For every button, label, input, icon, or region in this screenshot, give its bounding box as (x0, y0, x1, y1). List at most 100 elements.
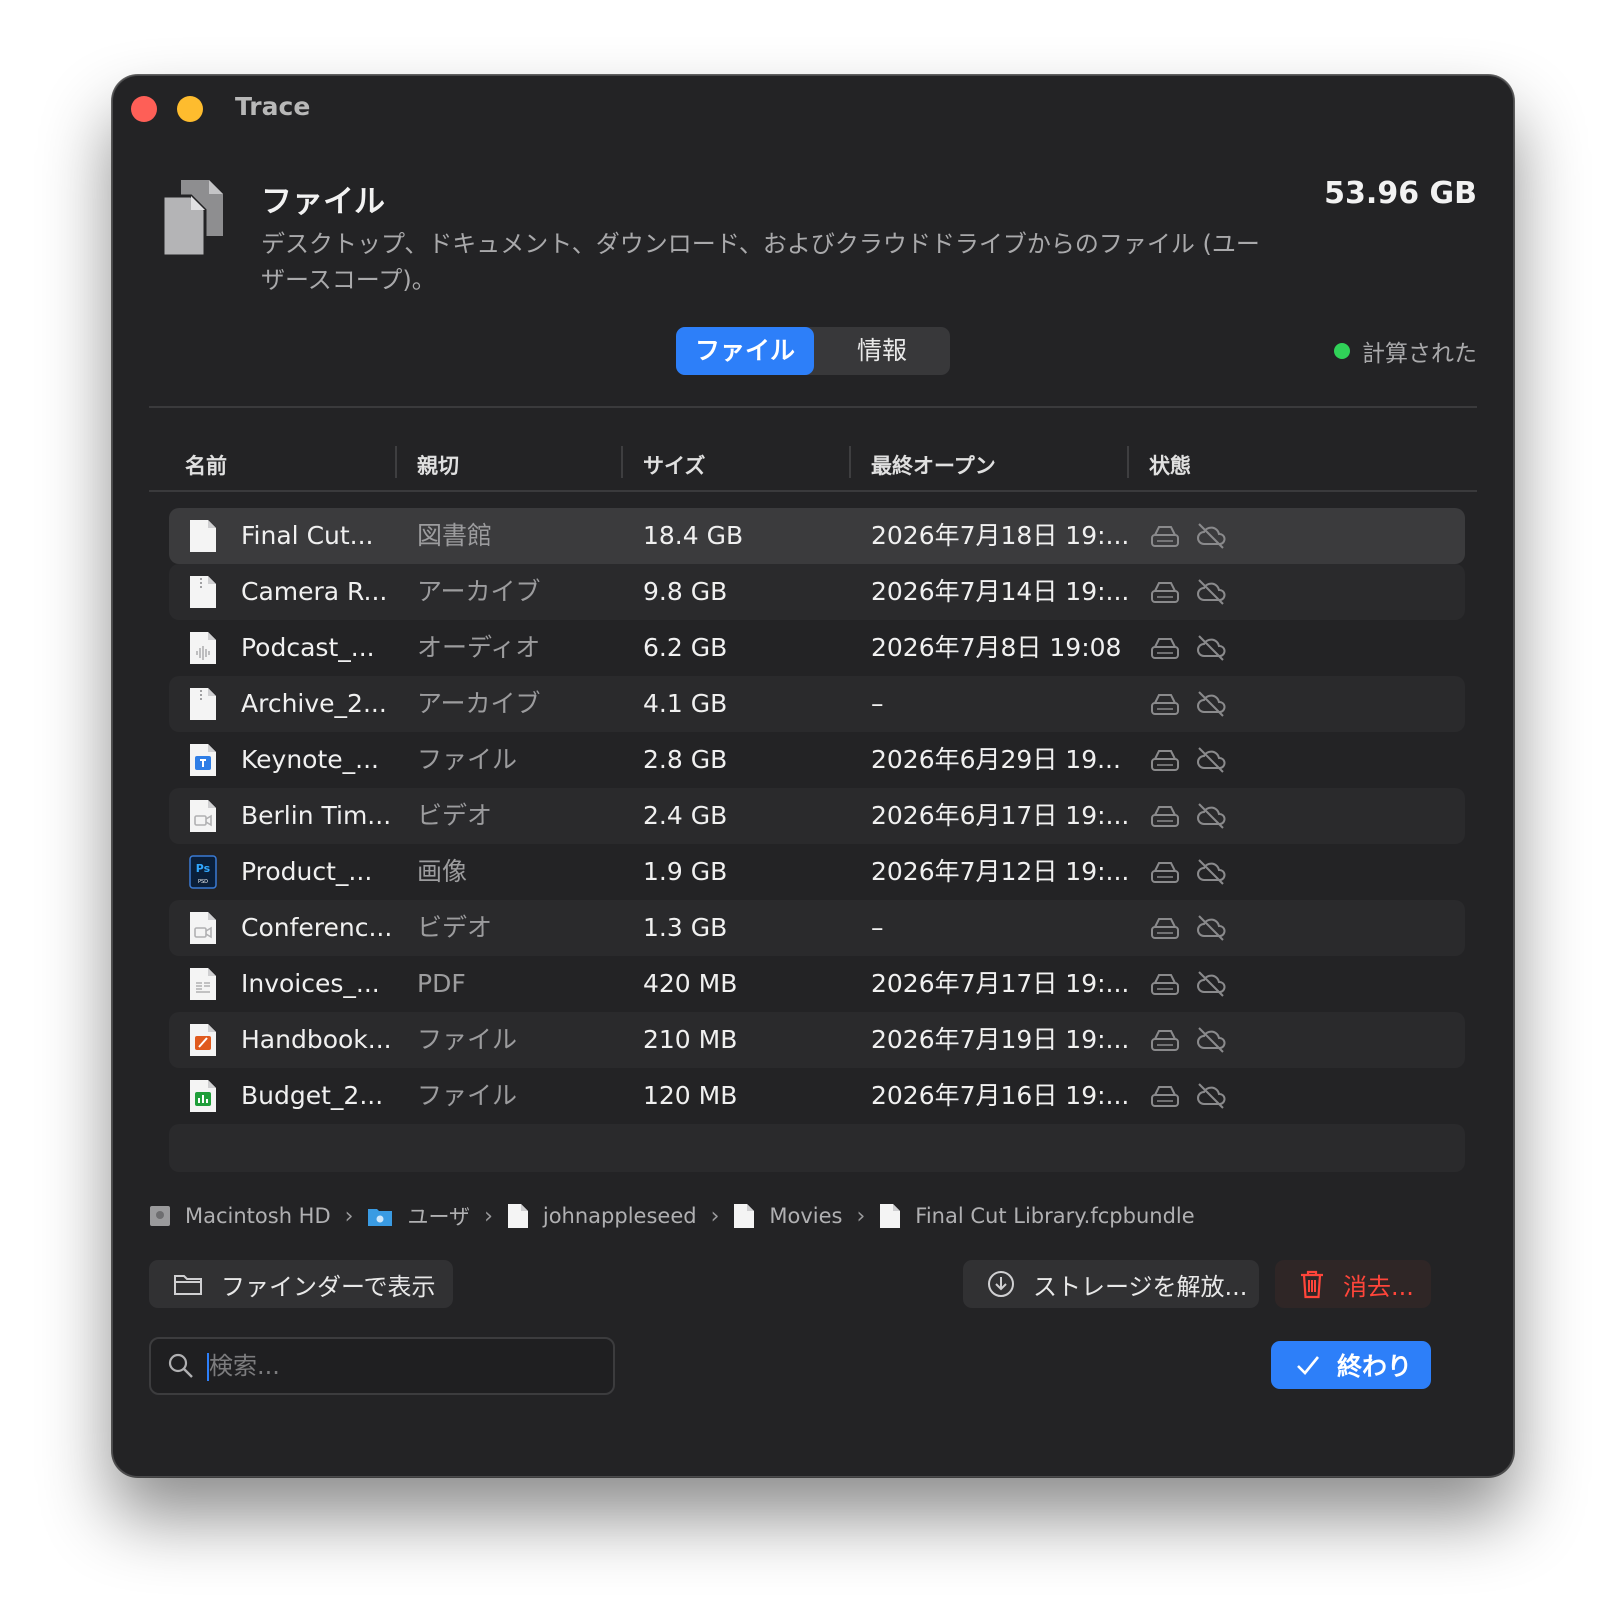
column-header-last-opened[interactable]: 最終オープン (871, 450, 996, 480)
local-disk-icon (1151, 974, 1179, 995)
file-list: Final Cut... 図書館 18.4 GB 2026年7月18日 19:.… (169, 508, 1465, 1172)
chevron-right-icon: › (344, 1203, 354, 1229)
audio-file-icon (190, 632, 216, 664)
column-header-name[interactable]: 名前 (185, 450, 227, 480)
file-size: 420 MB (643, 969, 738, 998)
text-caret (207, 1353, 209, 1381)
erase-button[interactable]: 消去... (1275, 1260, 1431, 1308)
status-indicator: 計算された (1334, 334, 1477, 368)
column-separator[interactable] (849, 446, 851, 478)
file-size: 2.8 GB (643, 745, 728, 774)
hard-drive-icon (150, 1206, 170, 1226)
table-row[interactable]: Camera R... アーカイブ 9.8 GB 2026年7月14日 19:.… (169, 564, 1465, 620)
file-name: Invoices_... (241, 969, 380, 998)
local-disk-icon (1151, 526, 1179, 547)
divider (149, 406, 1477, 408)
video-file-icon (190, 800, 216, 832)
file-last-opened: 2026年7月14日 19:... (871, 577, 1130, 606)
tab-info[interactable]: 情報 (814, 327, 950, 375)
total-size: 53.96 GB (1324, 176, 1477, 211)
file-last-opened: – (871, 689, 884, 718)
archive-icon (190, 688, 216, 720)
photoshop-icon: Ps PSD (189, 855, 217, 889)
file-name: Camera R... (241, 577, 388, 606)
file-size: 2.4 GB (643, 801, 728, 830)
file-kind: アーカイブ (417, 577, 541, 606)
file-name: Final Cut... (241, 521, 374, 550)
show-in-finder-button[interactable]: ファインダーで表示 (149, 1260, 453, 1308)
file-size: 1.9 GB (643, 857, 728, 886)
file-name: Budget_2... (241, 1081, 384, 1110)
breadcrumb-item-movies[interactable]: Movies (733, 1203, 842, 1229)
column-header-status[interactable]: 状態 (1149, 450, 1191, 480)
cloud-off-icon (1197, 691, 1226, 717)
file-name: Handbook... (241, 1025, 392, 1054)
tab-files[interactable]: ファイル (676, 327, 814, 375)
local-disk-icon (1151, 582, 1179, 603)
local-disk-icon (1151, 750, 1179, 771)
breadcrumb-item-users[interactable]: ユーザ (367, 1201, 470, 1231)
file-kind: ファイル (417, 1025, 518, 1054)
file-kind: 画像 (417, 857, 468, 886)
file-kind: PDF (417, 969, 466, 998)
table-row[interactable]: Budget_2... ファイル 120 MB 2026年7月16日 19:..… (169, 1068, 1465, 1124)
breadcrumb-item-final-cut-library[interactable]: Final Cut Library.fcpbundle (879, 1203, 1195, 1229)
minimize-window-button[interactable] (177, 96, 203, 122)
cloud-off-icon (1197, 1027, 1226, 1053)
breadcrumb-item-macintosh-hd[interactable]: Macintosh HD (149, 1203, 331, 1229)
file-last-opened: 2026年7月18日 19:... (871, 521, 1130, 550)
file-size: 1.3 GB (643, 913, 728, 942)
video-file-icon (190, 912, 216, 944)
file-last-opened: 2026年6月29日 19... (871, 745, 1121, 774)
document-icon (734, 1204, 755, 1228)
file-last-opened: 2026年7月12日 19:... (871, 857, 1130, 886)
close-window-button[interactable] (131, 96, 157, 122)
column-separator[interactable] (621, 446, 623, 478)
titlebar: Trace (113, 76, 1513, 140)
document-icon (880, 1204, 901, 1228)
column-separator[interactable] (395, 446, 397, 478)
column-separator[interactable] (1127, 446, 1129, 478)
column-header-size[interactable]: サイズ (643, 450, 705, 480)
table-row[interactable]: Handbook... ファイル 210 MB 2026年7月19日 19:..… (169, 1012, 1465, 1068)
column-header-kind[interactable]: 親切 (417, 450, 459, 480)
table-row[interactable]: Invoices_... PDF 420 MB 2026年7月17日 19:..… (169, 956, 1465, 1012)
file-name: Podcast_... (241, 633, 375, 662)
cloud-off-icon (1197, 1083, 1226, 1109)
empty-row (169, 1124, 1465, 1172)
file-last-opened: 2026年6月17日 19:... (871, 801, 1130, 830)
cloud-off-icon (1197, 803, 1226, 829)
cloud-off-icon (1197, 915, 1226, 941)
table-row[interactable]: Keynote_... ファイル 2.8 GB 2026年6月29日 19... (169, 732, 1465, 788)
view-segmented-control: ファイル 情報 (676, 327, 950, 375)
file-kind: 図書館 (417, 521, 493, 550)
local-disk-icon (1151, 806, 1179, 827)
document-icon (507, 1204, 528, 1228)
cloud-off-icon (1197, 859, 1226, 885)
cloud-off-icon (1197, 523, 1226, 549)
page-title: ファイル (261, 184, 385, 220)
table-header: 名前 親切 サイズ 最終オープン 状態 (149, 440, 1477, 492)
breadcrumb-item-johnappleseed[interactable]: johnappleseed (507, 1203, 697, 1229)
checkmark-icon (1297, 1356, 1320, 1375)
table-row[interactable]: Archive_2... アーカイブ 4.1 GB – (169, 676, 1465, 732)
table-row[interactable]: Final Cut... 図書館 18.4 GB 2026年7月18日 19:.… (169, 508, 1465, 564)
local-disk-icon (1151, 638, 1179, 659)
table-row[interactable]: Podcast_... オーディオ 6.2 GB 2026年7月8日 19:08 (169, 620, 1465, 676)
done-button[interactable]: 終わり (1271, 1341, 1431, 1389)
search-input[interactable] (207, 1347, 601, 1385)
file-kind: ビデオ (417, 913, 493, 942)
app-window: Trace ファイル デスクトップ、ドキュメント、ダウンロード、およびクラウドド… (112, 75, 1514, 1477)
file-kind: アーカイブ (417, 689, 541, 718)
file-last-opened: 2026年7月19日 19:... (871, 1025, 1130, 1054)
folder-icon (368, 1209, 393, 1226)
page-description: デスクトップ、ドキュメント、ダウンロード、およびクラウドドライブからのファイル … (261, 230, 1260, 294)
search-field[interactable] (149, 1337, 615, 1395)
svg-text:Ps: Ps (196, 862, 211, 875)
table-row[interactable]: Ps PSD Product_... 画像 1.9 GB 2026年7月12日 1… (169, 844, 1465, 900)
local-disk-icon (1151, 694, 1179, 715)
table-row[interactable]: Conferenc... ビデオ 1.3 GB – (169, 900, 1465, 956)
pages-icon (190, 1024, 216, 1056)
free-storage-button[interactable]: ストレージを解放... (963, 1260, 1259, 1308)
table-row[interactable]: Berlin Tim... ビデオ 2.4 GB 2026年6月17日 19:.… (169, 788, 1465, 844)
